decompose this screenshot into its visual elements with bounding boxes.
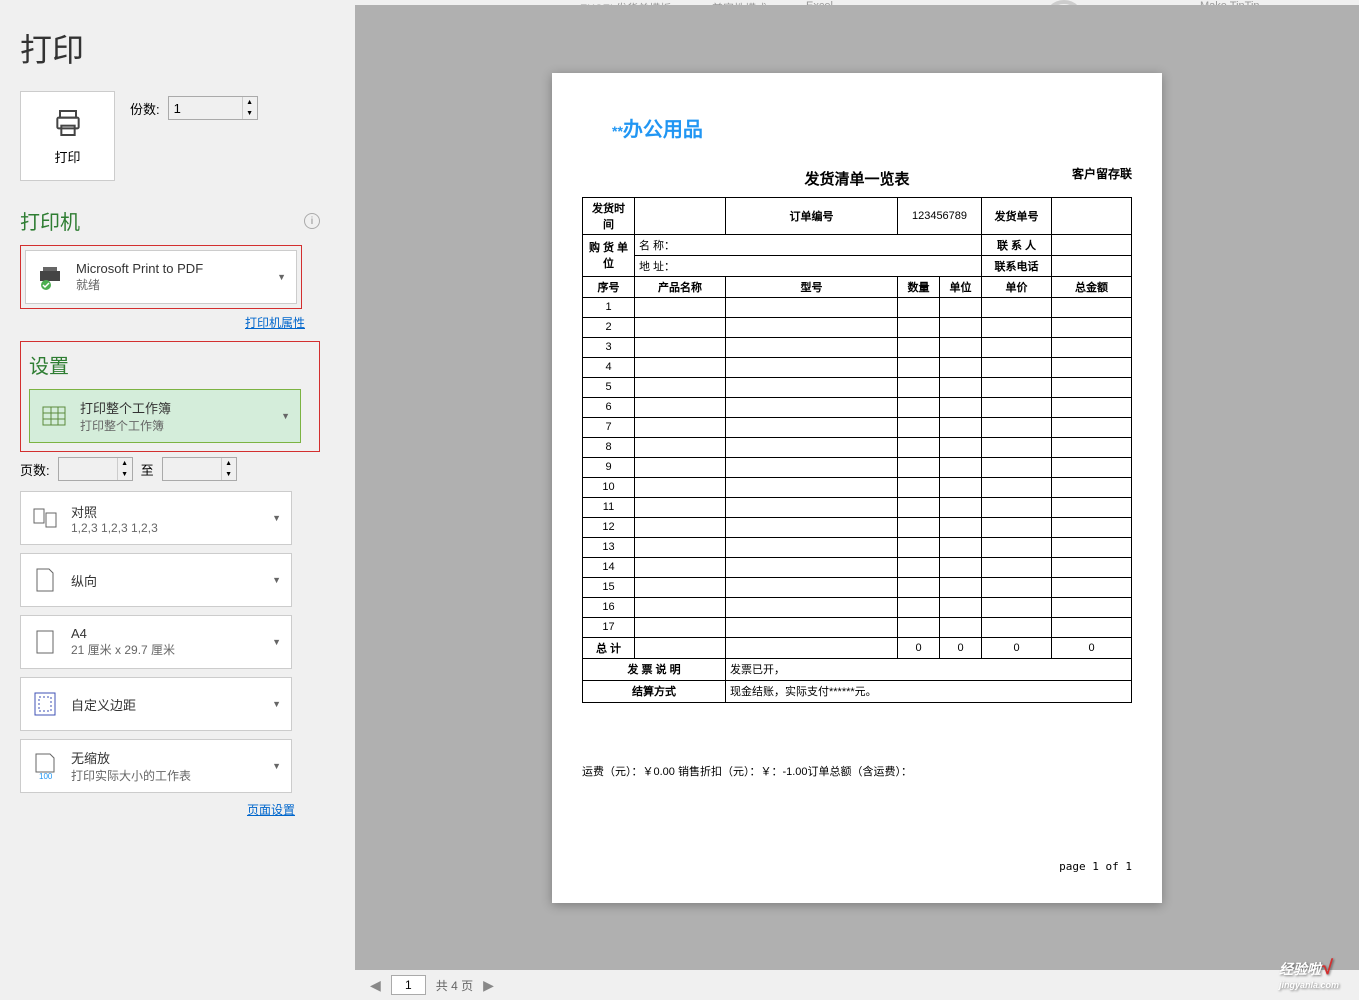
pages-to-input[interactable]: ▲▼ (162, 457, 237, 481)
chevron-down-icon: ▼ (272, 513, 281, 523)
page-title: 打印 (20, 25, 355, 71)
prev-page-button[interactable]: ◀ (365, 977, 386, 994)
page-setup-link[interactable]: 页面设置 (20, 801, 295, 818)
next-page-button[interactable]: ▶ (478, 977, 499, 994)
printer-dropdown[interactable]: Microsoft Print to PDF 就绪 ▼ (25, 250, 297, 304)
print-scope-dropdown[interactable]: 打印整个工作簿 打印整个工作簿 ▼ (29, 389, 301, 443)
paper-dropdown[interactable]: A4 21 厘米 x 29.7 厘米 ▼ (20, 615, 292, 669)
printer-status: 就绪 (76, 276, 203, 293)
pages-to-label: 至 (141, 460, 154, 479)
preview-nav-bar: ◀ 共 4 页 ▶ (355, 970, 1359, 1000)
preview-page: **办公用品 发货清单一览表 客户留存联 发货时间 订单编号 123456789… (552, 73, 1162, 903)
copies-down[interactable]: ▼ (242, 108, 257, 119)
chevron-down-icon: ▼ (272, 637, 281, 647)
doc-table: 发货时间 订单编号 123456789 发货单号 购 货 单位 名 称： 联 系… (582, 197, 1132, 703)
doc-logo: **办公用品 (612, 113, 703, 142)
print-preview-area: **办公用品 发货清单一览表 客户留存联 发货时间 订单编号 123456789… (355, 5, 1359, 970)
paper-icon (31, 628, 59, 656)
doc-subtitle: 客户留存联 (1072, 165, 1132, 182)
printer-icon (52, 107, 84, 139)
margins-dropdown[interactable]: 自定义边距 ▼ (20, 677, 292, 731)
pages-label: 页数: (20, 460, 50, 479)
print-button[interactable]: 打印 (20, 91, 115, 181)
scaling-dropdown[interactable]: 100 无缩放 打印实际大小的工作表 ▼ (20, 739, 292, 793)
doc-footer-note: 运费（元）：￥0.00 销售折扣（元）：￥：-1.00订单总额（含运费）： (582, 763, 1132, 779)
printer-status-icon (36, 263, 64, 291)
page-number-input[interactable] (391, 975, 426, 995)
printer-properties-link[interactable]: 打印机属性 (20, 314, 305, 331)
collate-dropdown[interactable]: 对照 1,2,3 1,2,3 1,2,3 ▼ (20, 491, 292, 545)
scaling-icon: 100 (31, 752, 59, 780)
chevron-down-icon: ▼ (272, 575, 281, 585)
chevron-down-icon: ▼ (272, 761, 281, 771)
scope-line2: 打印整个工作簿 (80, 417, 171, 434)
chevron-down-icon: ▼ (281, 411, 290, 421)
margins-icon (31, 690, 59, 718)
chevron-down-icon: ▼ (272, 699, 281, 709)
watermark: 经验啦√ jingyanla.com (1279, 957, 1339, 990)
chevron-down-icon: ▼ (277, 272, 286, 282)
collate-icon (31, 504, 59, 532)
scope-line1: 打印整个工作簿 (80, 398, 171, 417)
printer-name: Microsoft Print to PDF (76, 261, 203, 276)
info-icon[interactable]: i (304, 213, 320, 229)
print-button-label: 打印 (54, 147, 80, 166)
settings-section-title: 设置 (29, 350, 311, 379)
page-indicator: page 1 of 1 (1059, 860, 1132, 873)
portrait-icon (31, 566, 59, 594)
workbook-icon (40, 402, 68, 430)
pages-from-input[interactable]: ▲▼ (58, 457, 133, 481)
copies-label: 份数: (130, 99, 160, 118)
print-settings-panel: 打印 打印 份数: 1 ▲ ▼ (0, 5, 355, 1000)
orientation-dropdown[interactable]: 纵向 ▼ (20, 553, 292, 607)
printer-highlight-box: Microsoft Print to PDF 就绪 ▼ (20, 245, 302, 309)
copies-up[interactable]: ▲ (242, 97, 257, 108)
doc-title: 发货清单一览表 (582, 168, 1132, 189)
svg-text:100: 100 (39, 772, 53, 780)
settings-highlight-box: 设置 打印整个工作簿 打印整个工作簿 ▼ (20, 341, 320, 452)
copies-input[interactable]: 1 ▲ ▼ (168, 96, 258, 120)
page-count-label: 共 4 页 (436, 977, 473, 994)
